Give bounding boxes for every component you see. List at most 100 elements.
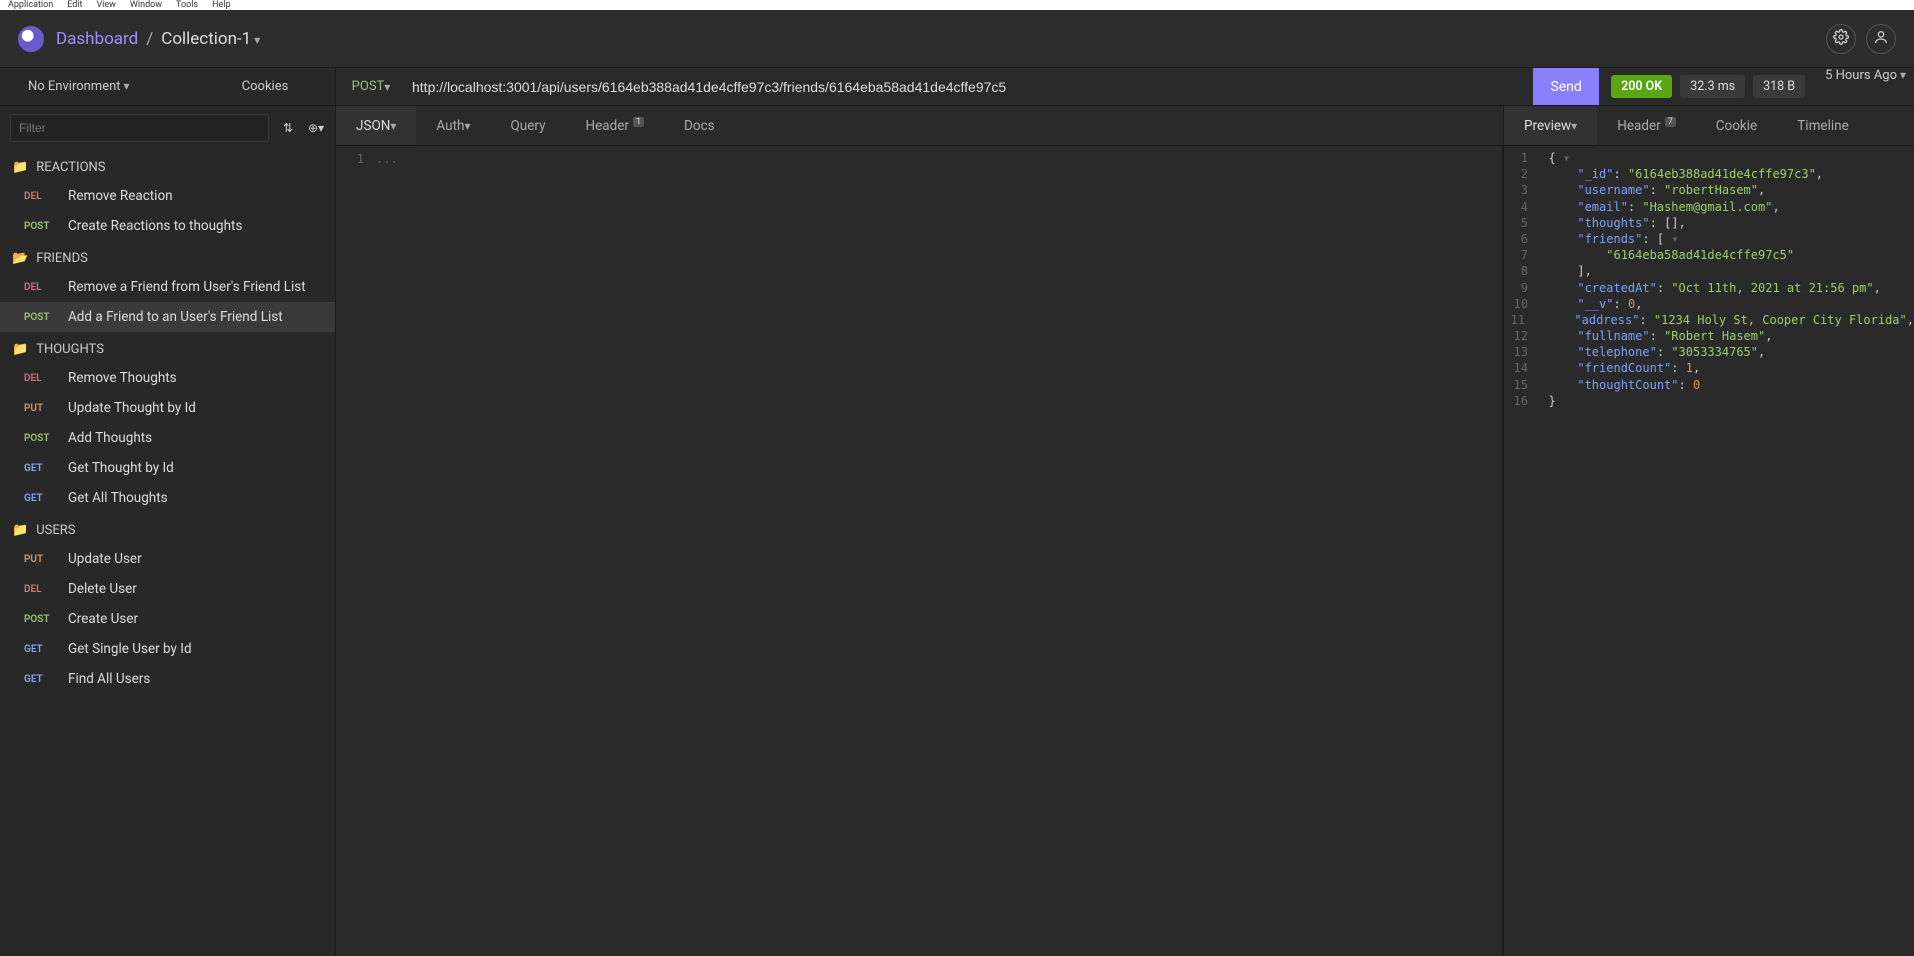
response-time-pill[interactable]: 32.3 ms (1680, 75, 1745, 98)
tab-docs[interactable]: Docs (664, 106, 735, 145)
breadcrumb-dashboard[interactable]: Dashboard (56, 29, 138, 49)
request-item[interactable]: DELRemove a Friend from User's Friend Li… (0, 272, 335, 302)
method-selector[interactable]: POST (336, 68, 406, 105)
method-badge: GET (24, 493, 58, 504)
request-item[interactable]: POSTAdd Thoughts (0, 423, 335, 453)
json-line: 11 "address": "1234 Holy St, Cooper City… (1504, 312, 1914, 328)
settings-button[interactable] (1826, 24, 1856, 54)
status-text: OK (1646, 79, 1663, 94)
title-bar: Dashboard / Collection-1 (0, 10, 1914, 68)
response-status-group: 200 OK 32.3 ms 318 B (1599, 68, 1817, 105)
method-badge: DEL (24, 373, 58, 384)
request-label: Create Reactions to thoughts (68, 218, 242, 234)
cookies-button[interactable]: Cookies (195, 79, 335, 94)
json-line: 2 "_id": "6164eb388ad41de4cffe97c3", (1504, 166, 1914, 182)
url-bar: POST Send 200 OK 32.3 ms 318 B 5 Hours A… (336, 68, 1914, 106)
os-menu-view[interactable]: View (96, 0, 115, 10)
folder-icon: 📂 (12, 251, 28, 266)
os-menu-tools[interactable]: Tools (176, 0, 198, 10)
request-item[interactable]: DELDelete User (0, 574, 335, 604)
method-badge: PUT (24, 554, 58, 565)
method-badge: DEL (24, 191, 58, 202)
folder-icon: 📁 (12, 523, 28, 538)
status-code: 200 (1621, 79, 1642, 94)
json-line: 9 "createdAt": "Oct 11th, 2021 at 21:56 … (1504, 280, 1914, 296)
request-list: 📁REACTIONSDELRemove ReactionPOSTCreate R… (0, 150, 335, 956)
request-item[interactable]: GET Get Single User by Id (0, 634, 335, 664)
json-line: 16 } (1504, 393, 1914, 409)
breadcrumb-separator: / (146, 29, 153, 49)
tab-resp-header-badge: 7 (1665, 117, 1676, 127)
request-label: Get Single User by Id (68, 641, 192, 657)
request-item[interactable]: PUT Update Thought by Id (0, 393, 335, 423)
environment-selector[interactable]: No Environment (0, 79, 195, 94)
folder-icon: 📁 (12, 160, 28, 175)
json-line: 1 { ▾ (1504, 150, 1914, 166)
tab-auth[interactable]: Auth (416, 106, 490, 145)
request-label: Remove Reaction (68, 188, 173, 204)
tab-preview[interactable]: Preview (1504, 106, 1597, 145)
request-item[interactable]: GET Find All Users (0, 664, 335, 694)
account-button[interactable] (1866, 24, 1896, 54)
request-item[interactable]: PUTUpdate User (0, 544, 335, 574)
folder-friends[interactable]: 📂FRIENDS (0, 241, 335, 272)
request-item[interactable]: POSTCreate Reactions to thoughts (0, 211, 335, 241)
request-item[interactable]: POSTAdd a Friend to an User's Friend Lis… (0, 302, 335, 332)
request-item[interactable]: DEL Remove Thoughts (0, 363, 335, 393)
tab-resp-header[interactable]: Header 7 (1597, 106, 1696, 145)
request-item[interactable]: GETGet Thought by Id (0, 453, 335, 483)
os-menu-application[interactable]: Application (8, 0, 53, 10)
method-badge: GET (24, 463, 58, 474)
request-label: Get All Thoughts (68, 490, 168, 506)
json-line: 7 "6164eba58ad41de4cffe97c5" (1504, 247, 1914, 263)
os-menu-edit[interactable]: Edit (67, 0, 82, 10)
json-line: 6 "friends": [ ▾ (1504, 231, 1914, 247)
tab-query[interactable]: Query (490, 106, 565, 145)
tab-cookie[interactable]: Cookie (1696, 106, 1777, 145)
request-body-content: ... (376, 152, 398, 166)
tab-resp-header-label: Header (1617, 118, 1660, 134)
sort-icon[interactable]: ⇅ (279, 121, 297, 135)
breadcrumb: Dashboard / Collection-1 (56, 29, 260, 49)
request-label: Find All Users (68, 671, 150, 687)
method-badge: PUT (24, 403, 58, 414)
gear-icon (1833, 29, 1849, 49)
tab-json[interactable]: JSON (336, 106, 416, 145)
request-label: Remove Thoughts (68, 370, 177, 386)
method-badge: POST (24, 433, 58, 444)
tab-header[interactable]: Header 1 (565, 106, 664, 145)
request-body-editor[interactable]: 1... (336, 146, 1503, 956)
response-history-dropdown[interactable]: 5 Hours Ago (1817, 68, 1914, 105)
send-button[interactable]: Send (1533, 68, 1599, 105)
request-item[interactable]: POSTCreate User (0, 604, 335, 634)
request-label: Update Thought by Id (68, 400, 196, 416)
json-line: 13 "telephone": "3053334765", (1504, 344, 1914, 360)
method-badge: GET (24, 644, 58, 655)
response-tab-row: Preview Header 7 Cookie Timeline (1504, 106, 1914, 146)
tab-timeline[interactable]: Timeline (1777, 106, 1869, 145)
json-line: 5 "thoughts": [], (1504, 215, 1914, 231)
folder-thoughts[interactable]: 📁THOUGHTS (0, 332, 335, 363)
folder-icon: 📁 (12, 342, 28, 357)
status-code-pill[interactable]: 200 OK (1611, 75, 1672, 98)
tab-header-label: Header (585, 118, 628, 134)
method-badge: GET (24, 674, 58, 685)
request-item[interactable]: DEL Remove Reaction (0, 181, 335, 211)
os-menu-window[interactable]: Window (130, 0, 162, 10)
filter-input[interactable] (10, 114, 269, 142)
method-badge: DEL (24, 584, 58, 595)
method-badge: POST (24, 312, 58, 323)
json-line: 4 "email": "Hashem@gmail.com", (1504, 199, 1914, 215)
folder-reactions[interactable]: 📁REACTIONS (0, 150, 335, 181)
response-size-pill[interactable]: 318 B (1753, 75, 1805, 98)
os-menu-help[interactable]: Help (212, 0, 230, 10)
folder-users[interactable]: 📁USERS (0, 513, 335, 544)
breadcrumb-collection[interactable]: Collection-1 (161, 29, 260, 49)
response-json-viewer[interactable]: 1 { ▾2 "_id": "6164eb388ad41de4cffe97c3"… (1504, 146, 1914, 956)
json-line: 10 "__v": 0, (1504, 296, 1914, 312)
response-pane: Preview Header 7 Cookie Timeline 1 { ▾2 … (1504, 106, 1914, 956)
add-icon[interactable]: ⊕▾ (307, 121, 325, 135)
request-item[interactable]: GET Get All Thoughts (0, 483, 335, 513)
app-logo-icon (18, 26, 44, 52)
url-input[interactable] (406, 68, 1533, 105)
